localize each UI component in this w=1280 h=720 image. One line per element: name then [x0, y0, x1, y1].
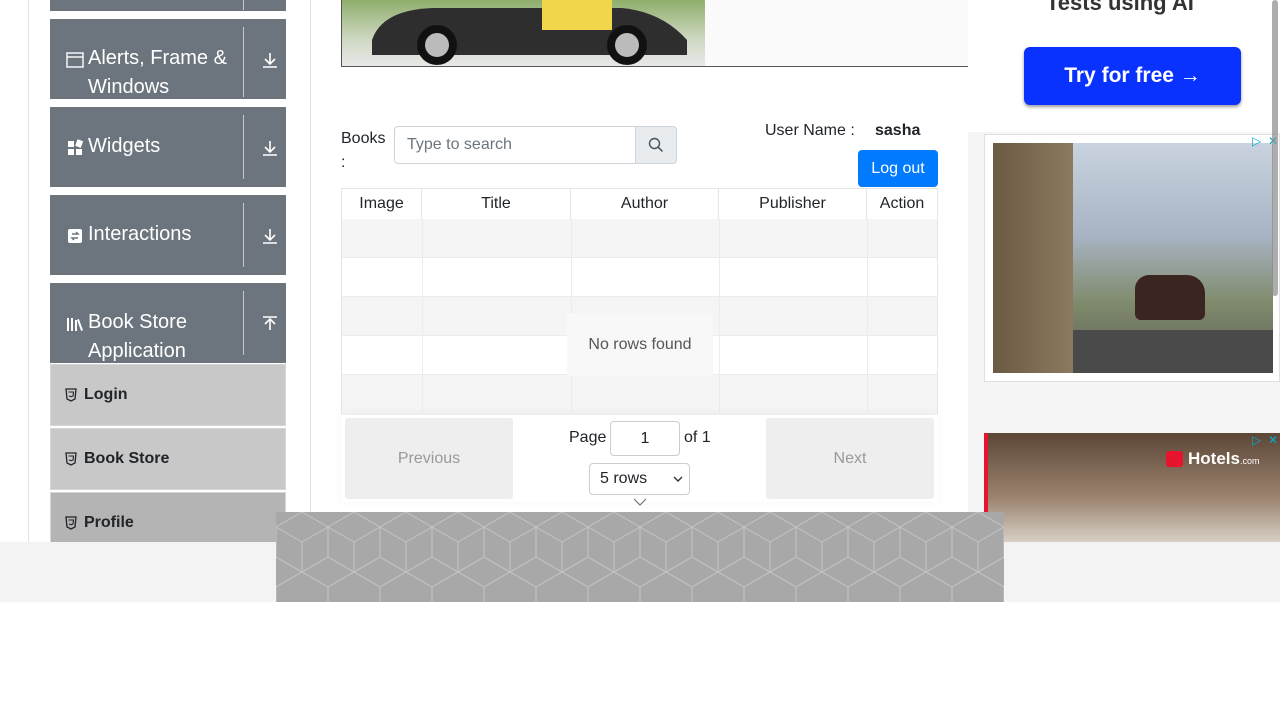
sidebar-group-label: Widgets: [88, 135, 161, 157]
download-arrow-icon[interactable]: [260, 138, 280, 158]
sidebar-group-partial[interactable]: [50, 0, 286, 11]
banner-ad[interactable]: [341, 0, 968, 67]
interactions-icon: [68, 229, 82, 243]
download-arrow-icon[interactable]: [260, 226, 280, 246]
sidebar-group-interactions[interactable]: Interactions: [50, 195, 286, 275]
car-ad-car: [1135, 275, 1205, 320]
banner-ad-image: [342, 0, 705, 66]
html5-icon: [65, 452, 77, 466]
table-row: [342, 219, 937, 258]
chevron-down-icon: [673, 476, 683, 482]
rows-per-page-select[interactable]: 5 rows: [589, 463, 690, 495]
column-header-author[interactable]: Author: [571, 189, 719, 219]
sidebar-group-alerts[interactable]: Alerts, Frame & Windows: [50, 19, 286, 99]
group-divider: [243, 203, 244, 267]
search-button[interactable]: [635, 126, 677, 164]
upload-arrow-icon[interactable]: [260, 314, 280, 334]
hotels-logo-icon: [1166, 451, 1183, 467]
html5-icon: [65, 516, 77, 530]
car-ad-rock: [993, 143, 1073, 373]
html5-icon: [65, 388, 77, 402]
column-header-image[interactable]: Image: [342, 189, 422, 219]
user-name-label: User Name :: [765, 122, 855, 139]
page-number-input[interactable]: [610, 421, 680, 456]
sidebar-group-widgets[interactable]: Widgets: [50, 107, 286, 187]
sidebar-item-label: Login: [84, 386, 128, 403]
sidebar-group-label: Interactions: [88, 223, 192, 245]
window-icon: [66, 52, 84, 68]
page-label: Page: [569, 429, 607, 446]
no-rows-message: No rows found: [567, 313, 713, 376]
footer-pattern: [276, 512, 1004, 602]
sidebar-item-label: Profile: [84, 514, 134, 531]
scrollbar[interactable]: [1272, 0, 1278, 296]
table-row: [342, 375, 937, 414]
group-divider: [243, 27, 244, 97]
column-header-publisher[interactable]: Publisher: [719, 189, 867, 219]
close-icon[interactable]: ✕: [1268, 433, 1278, 447]
sidebar-item-book-store[interactable]: Book Store: [50, 428, 286, 490]
rows-per-page-value: 5 rows: [600, 470, 648, 487]
sidebar-group-book-store[interactable]: Book Store Application: [50, 283, 286, 363]
sidebar-border: [28, 0, 29, 542]
group-divider: [243, 291, 244, 355]
sidebar-item-login[interactable]: Login: [50, 364, 286, 426]
download-arrow-icon[interactable]: [260, 50, 280, 70]
user-name-value: sasha: [875, 122, 921, 139]
group-divider: [243, 0, 244, 10]
main-border: [310, 0, 311, 542]
chevron-down-icon: [633, 498, 647, 506]
search-icon: [648, 137, 664, 153]
books-icon: [67, 318, 83, 331]
table-row: [342, 258, 937, 297]
group-divider: [243, 115, 244, 179]
column-header-title[interactable]: Title: [422, 189, 571, 219]
ad-top-text: Tests using AI: [1046, 0, 1194, 15]
search-input[interactable]: [394, 126, 636, 164]
books-label: Books :: [341, 130, 386, 171]
logout-button[interactable]: Log out: [858, 150, 938, 187]
try-for-free-button[interactable]: Try for free →: [1024, 47, 1241, 105]
next-button[interactable]: Next: [766, 418, 934, 499]
column-header-action[interactable]: Action: [867, 189, 937, 219]
sidebar-group-label: Book Store Application: [88, 311, 187, 362]
sidebar-group-label: Alerts, Frame & Windows: [88, 47, 227, 98]
hotels-brand: Hotels.com: [1188, 449, 1260, 468]
adchoices-icon[interactable]: ▷: [1252, 433, 1261, 447]
widgets-icon: [68, 139, 84, 155]
sidebar-item-label: Book Store: [84, 450, 170, 467]
previous-button[interactable]: Previous: [345, 418, 513, 499]
page-total-label: of 1: [684, 429, 711, 446]
adchoices-icon[interactable]: ▷: [1252, 134, 1261, 148]
car-ad-road: [1073, 330, 1273, 373]
